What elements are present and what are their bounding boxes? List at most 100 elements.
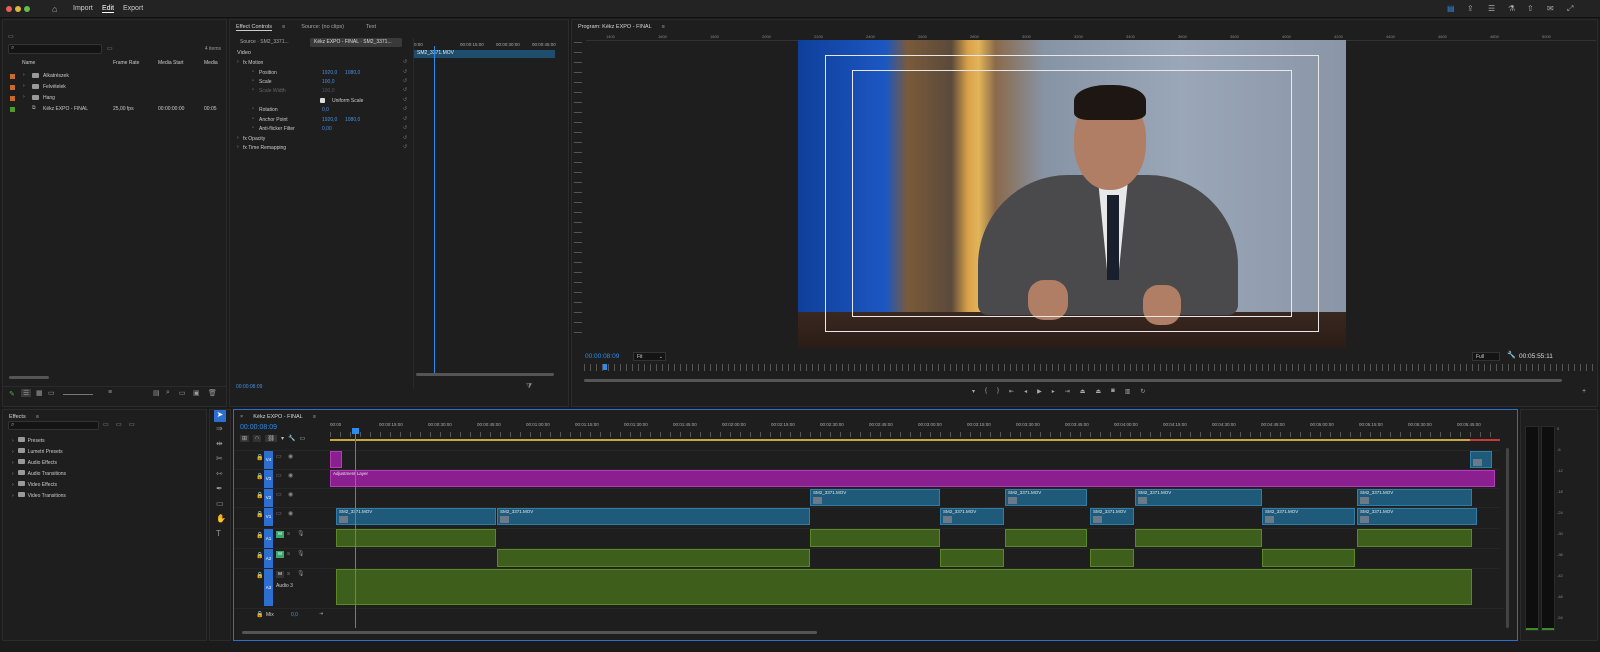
sync-lock-icon[interactable]: ▭ xyxy=(276,453,282,460)
compare-icon[interactable]: ▥ xyxy=(1125,388,1131,398)
mic-icon[interactable]: 🎙 xyxy=(297,570,305,577)
snap-icon[interactable]: ∩ xyxy=(253,435,262,442)
expand-icon[interactable]: › xyxy=(23,83,25,89)
adjustment-layer-clip[interactable] xyxy=(330,451,342,468)
fullscreen-icon[interactable]: ⤢ xyxy=(1567,4,1573,14)
timeline-tab[interactable]: Kékz EXPO - FINAL xyxy=(253,414,303,420)
audio-clip[interactable] xyxy=(336,529,496,547)
solo-button[interactable]: S xyxy=(287,531,290,536)
program-timecode[interactable]: 00:00:08:09 xyxy=(585,353,619,360)
type-tool[interactable]: T xyxy=(216,529,221,538)
ec-expand-icon[interactable]: › xyxy=(237,59,239,65)
nest-icon[interactable]: ⊞ xyxy=(240,435,250,442)
stopwatch-icon[interactable]: ◔ xyxy=(251,87,254,93)
label-color-swatch[interactable] xyxy=(10,107,15,112)
hand-tool[interactable]: ✋ xyxy=(216,514,226,523)
expand-icon[interactable]: › xyxy=(12,449,14,455)
reset-icon[interactable]: ↺ xyxy=(403,116,407,122)
step-forward-icon[interactable]: ▸ xyxy=(1052,388,1055,398)
ec-row[interactable]: › fx Motion ↺ xyxy=(230,59,413,68)
sequence-clip-tab[interactable]: Kékz EXPO - FINAL · SM2_3371... xyxy=(310,38,402,47)
mute-button[interactable]: M xyxy=(276,571,284,578)
effects-folder[interactable]: › Lumetri Presets xyxy=(12,448,63,458)
audio-clip[interactable] xyxy=(810,529,940,547)
pen-tool[interactable]: ✒ xyxy=(216,484,223,493)
project-row[interactable]: › Felvételek xyxy=(3,82,226,93)
workspaces-icon[interactable]: ▤ xyxy=(1447,4,1455,13)
reset-icon[interactable]: ↺ xyxy=(403,106,407,112)
new-bin-button[interactable]: ▭ xyxy=(179,389,186,397)
audio-clip[interactable] xyxy=(1357,529,1472,547)
go-to-in-icon[interactable]: ⇤ xyxy=(1009,388,1014,398)
col-media[interactable]: Media xyxy=(204,60,218,66)
loop-icon[interactable]: ↻ xyxy=(1140,388,1145,398)
progress-icon[interactable]: ⚗ xyxy=(1508,4,1515,13)
ec-scrollbar[interactable] xyxy=(416,373,554,376)
eye-icon[interactable]: ◉ xyxy=(288,453,293,460)
expand-icon[interactable]: › xyxy=(23,72,25,78)
lock-icon[interactable]: 🔒 xyxy=(256,572,263,579)
rectangle-tool[interactable]: ▭ xyxy=(216,499,224,508)
sync-lock-icon[interactable]: ▭ xyxy=(276,510,282,517)
lock-icon[interactable]: 🔒 xyxy=(256,532,263,539)
close-window-button[interactable] xyxy=(6,6,12,12)
ec-row[interactable]: ◔ Scale 100,0 ↺ xyxy=(230,78,413,87)
stopwatch-icon[interactable]: ◔ xyxy=(251,106,254,112)
reset-icon[interactable]: ↺ xyxy=(403,59,407,65)
program-title[interactable]: Program: Kékz EXPO - FINAL xyxy=(578,24,652,30)
filter-icon[interactable]: ⧩ xyxy=(526,383,532,391)
captions-icon[interactable]: ▭ xyxy=(299,435,305,442)
ec-row[interactable]: ◔ Position 1920,0 1080,0 ↺ xyxy=(230,69,413,78)
audio-clip[interactable] xyxy=(940,549,1004,567)
share-icon[interactable]: ⇧ xyxy=(1527,4,1534,13)
selection-tool[interactable]: ➤ xyxy=(214,410,226,422)
audio-clip[interactable] xyxy=(497,549,810,567)
ec-param-value-2[interactable]: 1080,0 xyxy=(345,117,360,123)
program-menu-icon[interactable]: ≡ xyxy=(662,24,665,30)
find-icon[interactable]: ⌕ xyxy=(166,389,170,397)
accelerated-icon[interactable]: ▭ xyxy=(103,421,109,428)
ec-param-value[interactable]: 1920,0 xyxy=(322,70,337,76)
effects-folder[interactable]: › Presets xyxy=(12,437,45,447)
ec-timecode[interactable]: 00:00:08:09 xyxy=(236,384,262,390)
timeline-vscroll[interactable] xyxy=(1506,448,1509,628)
audio-clip[interactable] xyxy=(1262,549,1355,567)
maximize-window-button[interactable] xyxy=(24,6,30,12)
eye-icon[interactable]: ◉ xyxy=(288,510,293,517)
project-row[interactable]: › Alkatrészek xyxy=(3,71,226,82)
lock-icon[interactable]: 🔒 xyxy=(256,552,263,559)
reset-icon[interactable]: ↺ xyxy=(403,78,407,84)
lock-icon[interactable]: 🔒 xyxy=(256,511,263,518)
settings-icon[interactable]: 🔧 xyxy=(288,435,295,442)
ec-row[interactable]: ◔ Scale Width 100,0 ↺ xyxy=(230,87,413,96)
sync-lock-icon[interactable]: ▭ xyxy=(276,491,282,498)
label-color-swatch[interactable] xyxy=(10,85,15,90)
expand-icon[interactable]: › xyxy=(12,438,14,444)
mic-icon[interactable]: 🎙 xyxy=(297,550,305,557)
project-scrollbar[interactable] xyxy=(9,376,49,379)
menu-export[interactable]: Export xyxy=(123,5,143,12)
video-clip[interactable]: SM2_3371.MOV xyxy=(1262,508,1355,525)
adjustment-layer-clip[interactable]: Adjustment Layer xyxy=(330,470,1495,487)
label-color-swatch[interactable] xyxy=(10,74,15,79)
effects-folder[interactable]: › Video Transitions xyxy=(12,492,66,502)
video-clip[interactable]: SM2_3371.MOV xyxy=(940,508,1004,525)
mic-icon[interactable]: 🎙 xyxy=(297,530,305,537)
tab-source[interactable]: Source: (no clips) xyxy=(301,24,344,30)
audio-clip[interactable] xyxy=(1090,549,1134,567)
extract-icon[interactable]: ⏏ xyxy=(1095,388,1101,398)
audio-clip[interactable] xyxy=(1135,529,1262,547)
sync-lock-icon[interactable]: ▭ xyxy=(276,472,282,479)
project-row[interactable]: › Hang xyxy=(3,93,226,104)
work-area-bar[interactable] xyxy=(330,439,1500,441)
trash-icon[interactable]: 🗑 xyxy=(208,389,217,397)
stopwatch-icon[interactable]: ◔ xyxy=(251,69,254,75)
program-playhead-marker[interactable] xyxy=(603,364,607,370)
source-clip-tab[interactable]: Source · SM2_3371... xyxy=(236,38,306,47)
freeform-view-icon[interactable]: ▭ xyxy=(48,389,55,397)
col-name[interactable]: Name xyxy=(22,60,35,66)
project-row[interactable]: ⧉ Kékz EXPO - FINAL 25,00 fps 00:00:00:00 00… xyxy=(3,104,226,115)
list-view-icon[interactable]: ☰ xyxy=(21,389,32,397)
minimize-window-button[interactable] xyxy=(15,6,21,12)
stopwatch-icon[interactable]: ◔ xyxy=(251,116,254,122)
